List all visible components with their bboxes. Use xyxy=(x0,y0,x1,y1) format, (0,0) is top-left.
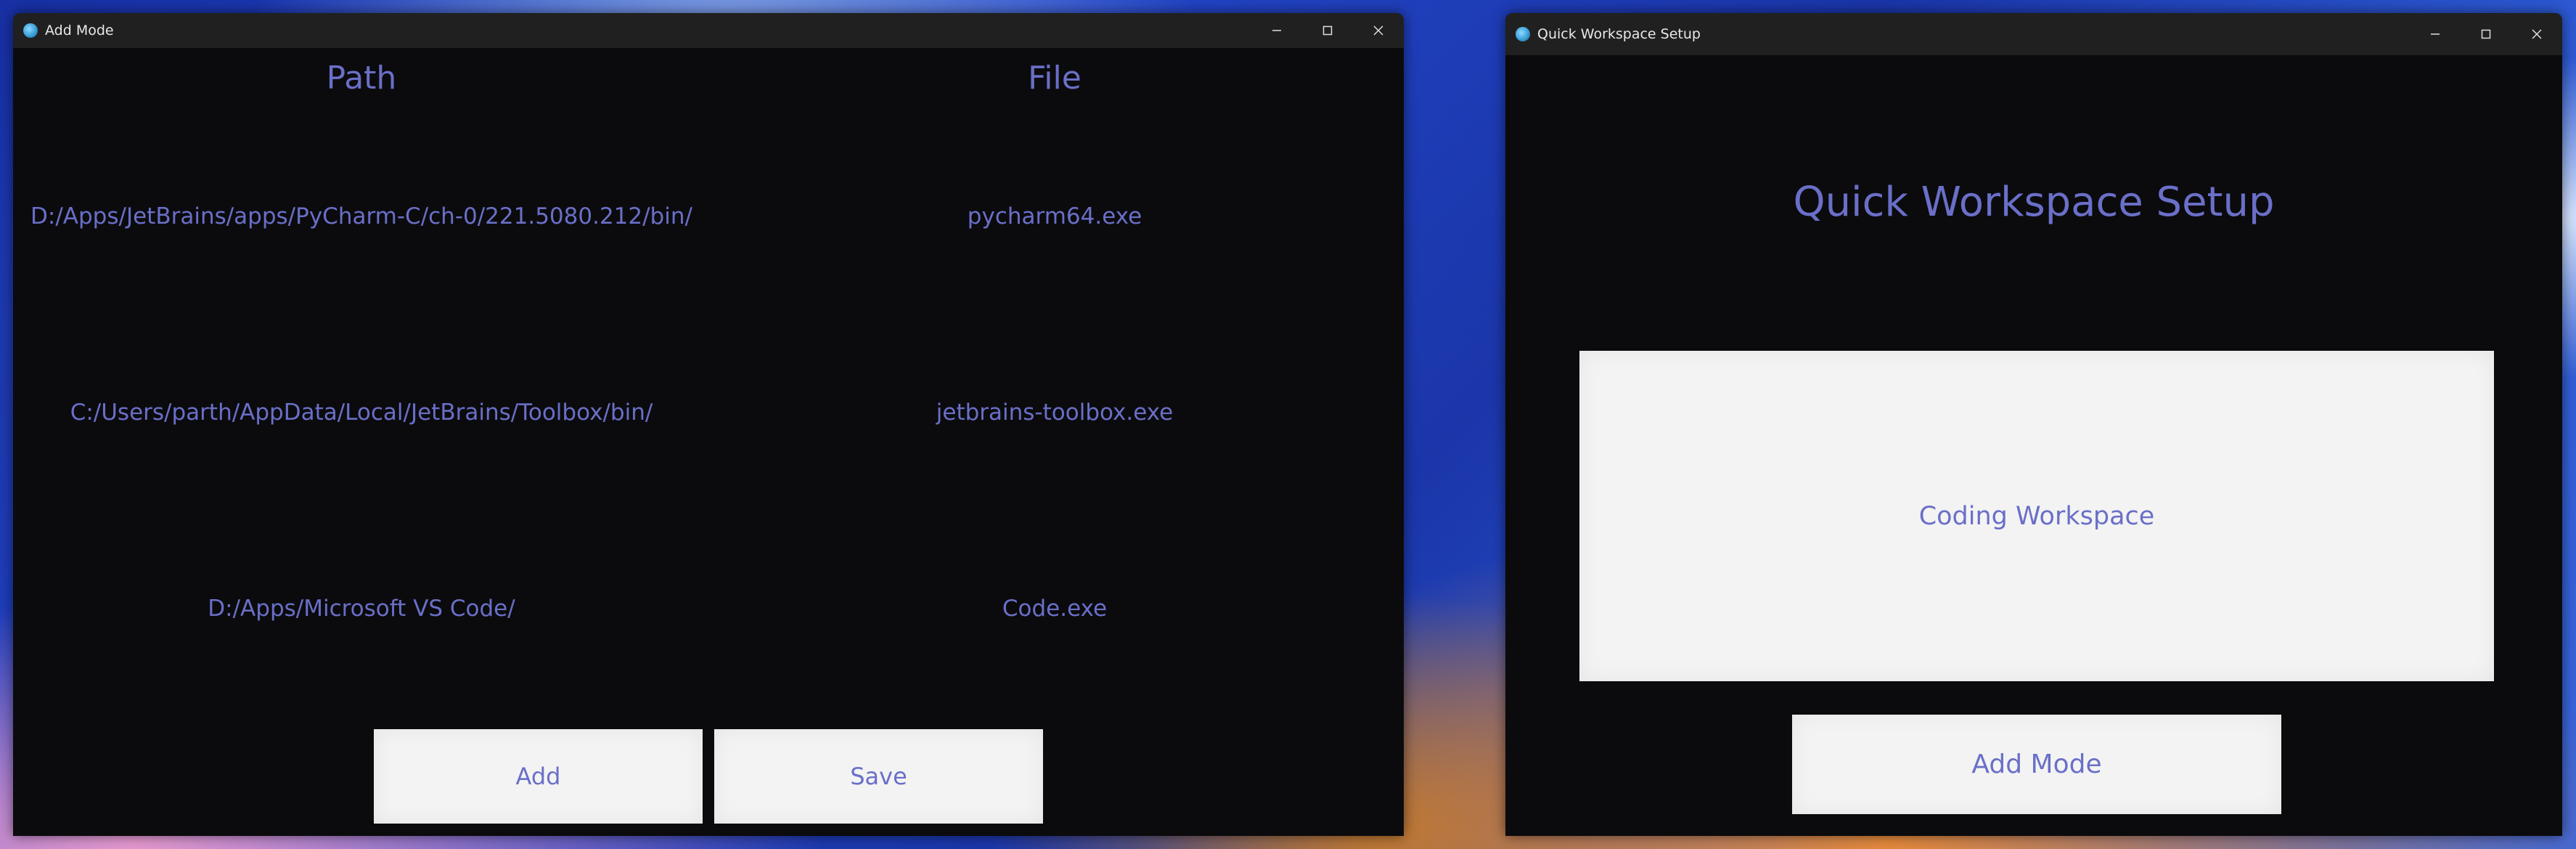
add-mode-window: Add Mode Path File D:/Apps/JetBrains/app… xyxy=(13,13,1404,836)
path-column-header: Path xyxy=(326,60,397,97)
maximize-icon xyxy=(2481,29,2491,39)
minimize-icon xyxy=(1272,30,1281,31)
window-controls xyxy=(1251,13,1404,48)
minimize-icon xyxy=(2431,33,2440,35)
app-icon xyxy=(23,23,38,38)
add-mode-button[interactable]: Add Mode xyxy=(1792,715,2281,814)
quick-workspace-window: Quick Workspace Setup Quick Workspace Se… xyxy=(1505,13,2562,836)
path-cell-2: C:/Users/parth/AppData/Local/JetBrains/T… xyxy=(70,399,653,426)
app-icon xyxy=(1516,27,1530,41)
window-title: Quick Workspace Setup xyxy=(1537,26,1701,42)
close-button[interactable] xyxy=(2511,13,2562,55)
path-cell-3: D:/Apps/Microsoft VS Code/ xyxy=(208,596,515,622)
file-cell-1: pycharm64.exe xyxy=(967,203,1142,229)
minimize-button[interactable] xyxy=(1251,13,1302,48)
path-cell-1: D:/Apps/JetBrains/apps/PyCharm-C/ch-0/22… xyxy=(30,203,692,229)
file-cell-3: Code.exe xyxy=(1002,596,1108,622)
close-icon xyxy=(2532,29,2542,39)
coding-workspace-button[interactable]: Coding Workspace xyxy=(1579,351,2494,681)
close-icon xyxy=(1373,25,1383,36)
file-cell-2: jetbrains-toolbox.exe xyxy=(936,399,1174,426)
page-heading: Quick Workspace Setup xyxy=(1793,179,2275,226)
title-bar[interactable]: Quick Workspace Setup xyxy=(1505,13,2562,55)
maximize-button[interactable] xyxy=(2461,13,2511,55)
maximize-icon xyxy=(1322,25,1333,36)
save-button[interactable]: Save xyxy=(714,729,1043,824)
window-title: Add Mode xyxy=(45,23,114,38)
minimize-button[interactable] xyxy=(2410,13,2461,55)
window-controls xyxy=(2410,13,2562,55)
title-bar[interactable]: Add Mode xyxy=(13,13,1404,48)
close-button[interactable] xyxy=(1353,13,1404,48)
add-button[interactable]: Add xyxy=(374,729,703,824)
file-column-header: File xyxy=(1028,60,1081,97)
maximize-button[interactable] xyxy=(1302,13,1353,48)
